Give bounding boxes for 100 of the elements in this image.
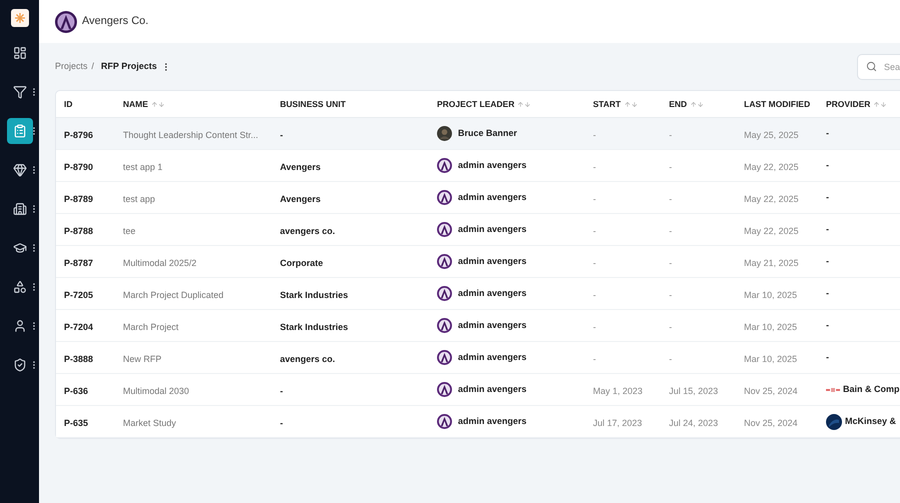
column-header: LAST MODIFIED [744,98,810,110]
table-cell: - [669,258,672,268]
table-cell: test app [123,194,156,204]
table-cell-text: admin avengers [458,318,527,332]
table-cell: - [669,322,672,332]
provider-logo-icon [826,414,842,430]
table-cell: May 22, 2025 [744,226,799,236]
sidebar-item[interactable] [6,118,32,144]
user-icon [12,319,26,333]
table-cell: Market Study [123,418,176,428]
table-cell-text: admin avengers [458,254,527,268]
app-logo-icon[interactable] [10,9,28,27]
table-cell: P-7204 [64,322,94,332]
table-cell-text: McKinsey & [845,414,896,428]
gem-icon [12,163,26,177]
search-icon [866,60,877,72]
table-cell: - [593,258,596,268]
table-cell: Stark Industries [280,322,348,332]
avatar [437,382,452,397]
table-cell: May 25, 2025 [744,130,799,140]
table-cell: May 21, 2025 [744,258,799,268]
table-cell: May 22, 2025 [744,162,799,172]
building-icon [12,202,26,216]
table-cell: March Project [123,322,179,332]
table-cell: P-8790 [64,162,94,172]
table-cell: tee [123,226,136,236]
column-header[interactable]: NAME [123,98,148,110]
avatar [437,158,452,173]
column-header[interactable]: PROVIDER [826,98,870,110]
search-field[interactable]: Sea [857,54,900,80]
table-cell-text: - [826,126,829,140]
table-cell: - [280,386,283,396]
table-row[interactable]: P-8796 Thought Leadership Content Str... - Bruce Banner - - May 25, 2025 - [56,118,900,150]
table-cell: P-8787 [64,258,94,268]
table-cell: P-8789 [64,194,94,204]
table-cell-text: admin avengers [458,414,527,428]
table-cell-text: admin avengers [458,190,527,204]
table-cell: - [669,194,672,204]
table-cell: Jul 24, 2023 [669,418,718,428]
table-cell: Thought Leadership Content Str... [123,130,258,140]
table-cell: P-7205 [64,290,94,300]
table-cell-text: admin avengers [458,158,527,172]
breadcrumb-link[interactable]: Projects [55,60,88,74]
filter-icon [12,85,26,99]
table-cell: Avengers [280,194,321,204]
table-cell: New RFP [123,354,162,364]
column-header[interactable]: END [669,98,687,110]
table-cell: Avengers [280,162,321,172]
table-cell-text: - [826,254,829,268]
table-cell: May 1, 2023 [593,386,643,396]
table-cell: - [280,418,283,428]
column-header: BUSINESS UNIT [280,98,346,110]
table-cell: P-635 [64,418,88,428]
column-header[interactable]: PROJECT LEADER [437,98,514,110]
graduation-cap-icon [12,241,26,255]
table-cell: test app 1 [123,162,163,172]
table-cell-text: Bain & Comp [843,382,900,396]
table-cell-text: admin avengers [458,222,527,236]
table-cell-text: - [826,158,829,172]
column-header[interactable]: START [593,98,621,110]
table-cell-text: admin avengers [458,382,527,396]
avatar [437,350,452,365]
table-cell: - [593,322,596,332]
table-cell: Mar 10, 2025 [744,322,798,332]
table-cell: - [593,194,596,204]
avatar [437,414,452,429]
table-cell-text: Bruce Banner [458,126,518,140]
breadcrumb-separator: / [92,60,94,73]
table-cell-text: - [826,286,829,300]
avatar [437,190,452,205]
table-cell: Nov 25, 2024 [744,386,798,396]
clipboard-icon [12,124,26,138]
provider-logo-icon [826,386,840,392]
table-cell-text: - [826,318,829,332]
table-cell: Jul 17, 2023 [593,418,642,428]
table-cell: Multimodal 2030 [123,386,190,396]
table-cell: March Project Duplicated [123,290,224,300]
table-cell: P-636 [64,386,88,396]
table-cell: Corporate [280,258,324,268]
shapes-icon [12,280,26,294]
table-cell: P-3888 [64,354,94,364]
table-cell-text: - [826,222,829,236]
avatar [437,222,452,237]
table-cell: P-8796 [64,130,94,140]
table-cell-text: admin avengers [458,286,527,300]
table-cell: Nov 25, 2024 [744,418,798,428]
table-cell-text: - [826,190,829,204]
table-cell: - [593,130,596,140]
avatar [437,318,452,333]
table-cell: Multimodal 2025/2 [123,258,197,268]
table-cell: avengers co. [280,354,336,364]
table-cell: - [593,226,596,236]
table-cell: Mar 10, 2025 [744,290,798,300]
table-cell: - [669,226,672,236]
table-cell: P-8788 [64,226,94,236]
table-cell: - [593,354,596,364]
table-cell: May 22, 2025 [744,194,799,204]
table-cell-text: admin avengers [458,350,527,364]
table-cell-text: - [826,350,829,364]
avatar [437,286,452,301]
